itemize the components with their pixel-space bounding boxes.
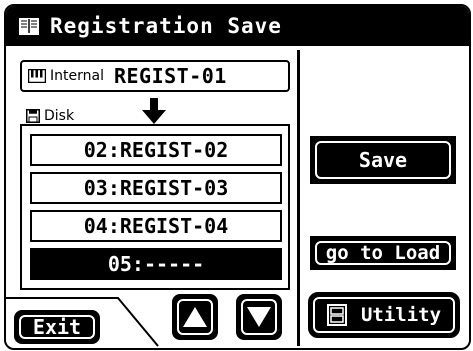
save-button-label: Save — [358, 148, 408, 172]
list-item-02[interactable]: 02:REGIST-02 — [30, 134, 282, 166]
save-button[interactable]: Save — [310, 136, 456, 184]
book-icon — [19, 18, 39, 35]
triangle-up-icon — [183, 307, 207, 327]
list-item-label: 02:REGIST-02 — [83, 138, 229, 162]
utility-button[interactable]: Utility — [308, 292, 460, 338]
keyboard-icon — [28, 69, 46, 83]
vertical-divider — [297, 50, 300, 346]
internal-label: Internal — [50, 68, 104, 84]
exit-button-label: Exit — [32, 315, 82, 339]
list-item-label: 04:REGIST-04 — [83, 214, 229, 238]
go-to-load-label: go to Load — [325, 242, 441, 264]
triangle-down-icon — [247, 307, 271, 327]
utility-icon — [326, 304, 347, 326]
list-item-04[interactable]: 04:REGIST-04 — [30, 210, 282, 242]
scroll-down-button[interactable] — [236, 294, 282, 340]
scroll-up-button[interactable] — [172, 294, 218, 340]
screen-frame: Registration Save Internal REGIST-01 Dis… — [4, 4, 471, 350]
go-to-load-button[interactable]: go to Load — [310, 236, 456, 270]
disk-registration-list: 02:REGIST-02 03:REGIST-03 04:REGIST-04 0… — [20, 124, 290, 290]
floppy-disk-icon — [26, 109, 40, 123]
disk-label-group: Disk — [26, 108, 74, 124]
utility-button-label: Utility — [360, 304, 442, 326]
disk-label: Disk — [44, 108, 75, 124]
list-item-05-selected[interactable]: 05:----- — [30, 248, 282, 280]
list-item-label: 03:REGIST-03 — [83, 176, 229, 200]
list-item-03[interactable]: 03:REGIST-03 — [30, 172, 282, 204]
list-item-label: 05:----- — [107, 252, 205, 276]
internal-value: REGIST-01 — [113, 64, 227, 88]
page-title: Registration Save — [50, 14, 282, 38]
arrow-down-icon — [142, 98, 166, 124]
exit-button[interactable]: Exit — [14, 310, 100, 344]
title-bar: Registration Save — [6, 6, 469, 46]
internal-registration-field: Internal REGIST-01 — [20, 60, 290, 92]
